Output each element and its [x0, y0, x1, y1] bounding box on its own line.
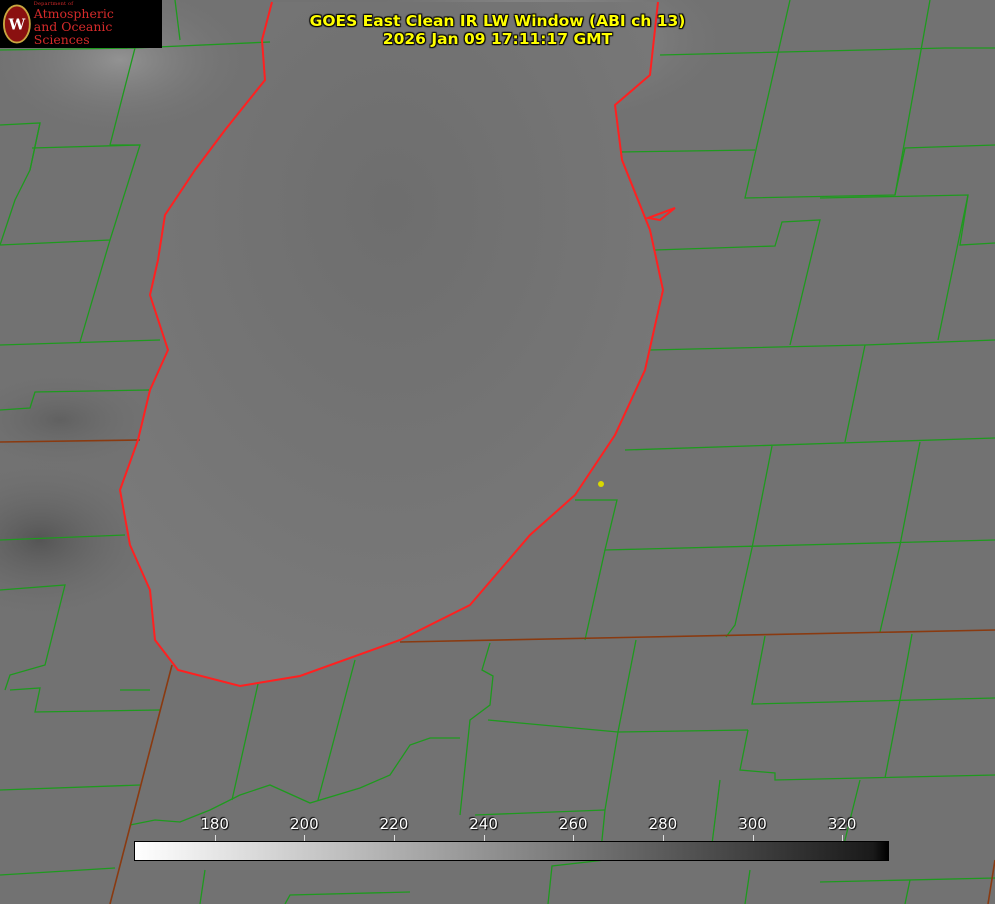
title-timestamp: 2026 Jan 09 17:11:17 GMT	[382, 30, 613, 48]
colorbar-tick-label: 280	[648, 815, 678, 833]
location-marker	[598, 481, 604, 487]
colorbar-tick-label: 220	[379, 815, 409, 833]
satellite-viewer: W Department of Atmospheric and Oceanic …	[0, 0, 995, 904]
colorbar-tick-label: 320	[827, 815, 857, 833]
colorbar	[134, 841, 889, 861]
colorbar-tick-label: 200	[289, 815, 319, 833]
colorbar-tick-label: 260	[558, 815, 588, 833]
colorbar-tick-label: 240	[469, 815, 498, 833]
satellite-imagery	[0, 0, 995, 904]
colorbar-tick-label: 180	[200, 815, 229, 833]
image-title: GOES East Clean IR LW Window (ABI ch 13)…	[0, 12, 995, 48]
title-product: GOES East Clean IR LW Window (ABI ch 13)	[309, 12, 686, 30]
colorbar-tick-label: 300	[738, 815, 767, 833]
